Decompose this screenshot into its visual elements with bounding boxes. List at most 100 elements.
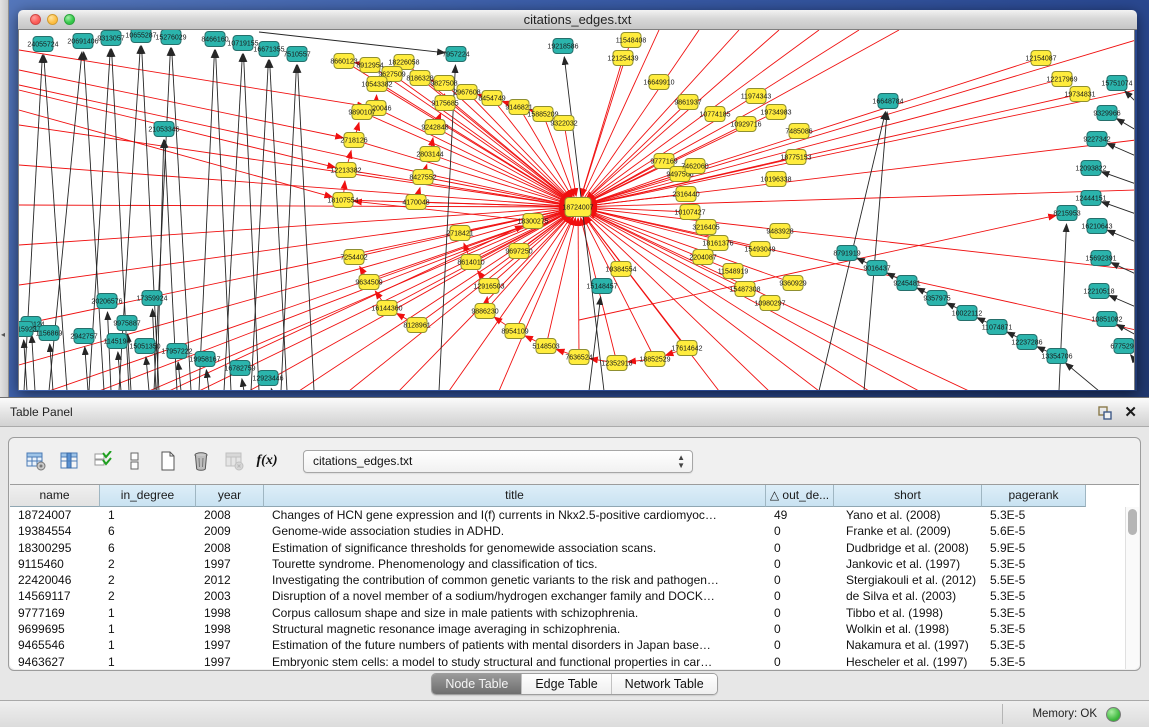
cell-out_de[interactable]: 49 bbox=[766, 507, 834, 523]
graph-node[interactable]: 12210518 bbox=[1083, 284, 1114, 299]
graph-node[interactable]: 10851082 bbox=[1091, 312, 1122, 327]
graph-node[interactable]: 10980297 bbox=[754, 296, 785, 311]
graph-node[interactable]: 10774185 bbox=[699, 107, 730, 122]
cell-name[interactable]: 19384554 bbox=[10, 523, 100, 539]
table-row[interactable]: 2242004622012Investigating the contribut… bbox=[10, 572, 1139, 588]
cell-title[interactable]: Genome-wide association studies in ADHD. bbox=[264, 523, 766, 539]
graph-node[interactable]: 9827508 bbox=[430, 76, 457, 91]
cell-short[interactable]: Hescheler et al. (1997) bbox=[834, 654, 982, 669]
graph-node[interactable]: 9975887 bbox=[113, 316, 140, 331]
graph-node[interactable]: 2803144 bbox=[416, 147, 443, 162]
cell-short[interactable]: Stergiakouli et al. (2012) bbox=[834, 572, 982, 588]
graph-node[interactable]: 2718421 bbox=[446, 226, 473, 241]
graph-node[interactable]: 9329966 bbox=[1093, 106, 1120, 121]
cell-in_degree[interactable]: 6 bbox=[100, 540, 196, 556]
cell-short[interactable]: Yano et al. (2008) bbox=[834, 507, 982, 523]
cell-year[interactable]: 2012 bbox=[196, 572, 264, 588]
show-column-button[interactable] bbox=[58, 450, 80, 472]
graph-node[interactable]: 9357975 bbox=[923, 291, 950, 306]
graph-node[interactable]: 12093822 bbox=[1075, 161, 1106, 176]
graph-node[interactable]: 12154087 bbox=[1025, 51, 1056, 66]
cell-in_degree[interactable]: 1 bbox=[100, 621, 196, 637]
graph-node[interactable]: 2942757 bbox=[70, 329, 97, 344]
graph-node[interactable]: 15751074 bbox=[1101, 76, 1132, 91]
graph-node[interactable]: 15276029 bbox=[155, 30, 186, 45]
float-panel-icon[interactable] bbox=[1097, 405, 1113, 421]
graph-node[interactable]: 12352918 bbox=[601, 356, 632, 371]
cell-in_degree[interactable]: 1 bbox=[100, 637, 196, 653]
table-row[interactable]: 1830029562008Estimation of significance … bbox=[10, 540, 1139, 556]
graph-node[interactable]: 9634509 bbox=[355, 275, 382, 290]
cell-short[interactable]: Wolkin et al. (1998) bbox=[834, 621, 982, 637]
graph-node[interactable]: 3216405 bbox=[692, 220, 719, 235]
cell-title[interactable]: Estimation of significance thresholds fo… bbox=[264, 540, 766, 556]
gutter-expand-arrow-icon[interactable]: ◂ bbox=[1, 330, 5, 339]
graph-node[interactable]: 9483928 bbox=[766, 224, 793, 239]
graph-node[interactable]: 17957222 bbox=[161, 344, 192, 359]
graph-node[interactable]: 7254402 bbox=[340, 250, 367, 265]
graph-node[interactable]: 7462060 bbox=[681, 159, 708, 174]
graph-node[interactable]: 16649910 bbox=[643, 75, 674, 90]
column-header-name[interactable]: name bbox=[10, 485, 100, 507]
cell-title[interactable]: Investigating the contribution of common… bbox=[264, 572, 766, 588]
graph-node[interactable]: 10655287 bbox=[125, 30, 156, 43]
tab-network-table[interactable]: Network Table bbox=[611, 674, 717, 694]
cell-name[interactable]: 9699695 bbox=[10, 621, 100, 637]
cell-name[interactable]: 9465546 bbox=[10, 637, 100, 653]
cell-out_de[interactable]: 0 bbox=[766, 654, 834, 669]
graph-node[interactable]: 18775153 bbox=[780, 150, 811, 165]
column-header-pagerank[interactable]: pagerank bbox=[982, 485, 1086, 507]
graph-node[interactable]: 6775293 bbox=[1110, 339, 1135, 354]
graph-node[interactable]: 9016437 bbox=[863, 261, 890, 276]
graph-node[interactable]: 4170048 bbox=[402, 195, 429, 210]
graph-node[interactable]: 16210643 bbox=[1081, 219, 1112, 234]
column-header-short[interactable]: short bbox=[834, 485, 982, 507]
cell-year[interactable]: 1997 bbox=[196, 556, 264, 572]
graph-node[interactable]: 19218586 bbox=[547, 39, 578, 54]
graph-node[interactable]: 1156869 bbox=[36, 326, 63, 341]
row-options-button[interactable] bbox=[124, 450, 146, 472]
graph-node[interactable]: 2204087 bbox=[689, 250, 716, 265]
graph-node[interactable]: 12444151 bbox=[1075, 191, 1106, 206]
column-header-year[interactable]: year bbox=[196, 485, 264, 507]
graph-node[interactable]: 17614642 bbox=[671, 341, 702, 356]
network-canvas[interactable]: 1872400786601238912954182260589627509105… bbox=[18, 30, 1135, 390]
cell-year[interactable]: 1998 bbox=[196, 621, 264, 637]
graph-node[interactable]: 11548408 bbox=[616, 33, 647, 48]
cell-out_de[interactable]: 0 bbox=[766, 540, 834, 556]
graph-node[interactable]: 7510557 bbox=[283, 47, 310, 62]
graph-node[interactable]: 20691406 bbox=[67, 34, 98, 49]
cell-title[interactable]: Corpus callosum shape and size in male p… bbox=[264, 605, 766, 621]
column-header-title[interactable]: title bbox=[264, 485, 766, 507]
graph-node[interactable]: 7957224 bbox=[442, 47, 469, 62]
graph-node[interactable]: 8466160 bbox=[201, 32, 228, 47]
cell-year[interactable]: 2008 bbox=[196, 540, 264, 556]
graph-node[interactable]: 19958167 bbox=[189, 352, 220, 367]
graph-node[interactable]: 12217969 bbox=[1046, 72, 1077, 87]
graph-node[interactable]: 18161376 bbox=[702, 236, 733, 251]
graph-node[interactable]: 8215953 bbox=[1053, 206, 1080, 221]
graph-node[interactable]: 12125439 bbox=[607, 51, 638, 66]
cell-pagerank[interactable]: 5.3E-5 bbox=[982, 556, 1086, 572]
cell-short[interactable]: Nakamura et al. (1997) bbox=[834, 637, 982, 653]
cell-year[interactable]: 1997 bbox=[196, 654, 264, 669]
cell-title[interactable]: Estimation of the future numbers of pati… bbox=[264, 637, 766, 653]
cell-year[interactable]: 2003 bbox=[196, 588, 264, 604]
cell-in_degree[interactable]: 2 bbox=[100, 572, 196, 588]
graph-node[interactable]: 18852529 bbox=[639, 352, 670, 367]
table-row[interactable]: 946362711997Embryonic stem cells: a mode… bbox=[10, 654, 1139, 669]
graph-node[interactable]: 12213382 bbox=[330, 163, 361, 178]
graph-node[interactable]: 18107554 bbox=[327, 193, 358, 208]
graph-node[interactable]: 5148503 bbox=[532, 339, 559, 354]
cell-in_degree[interactable]: 6 bbox=[100, 523, 196, 539]
graph-node[interactable]: 15493049 bbox=[744, 242, 775, 257]
graph-node[interactable]: 8912954 bbox=[356, 58, 383, 73]
cell-out_de[interactable]: 0 bbox=[766, 572, 834, 588]
graph-node[interactable]: 9861937 bbox=[674, 95, 701, 110]
cell-in_degree[interactable]: 2 bbox=[100, 556, 196, 572]
graph-node[interactable]: 18724007 bbox=[562, 198, 593, 217]
cell-short[interactable]: Jankovic et al. (1997) bbox=[834, 556, 982, 572]
cell-in_degree[interactable]: 1 bbox=[100, 507, 196, 523]
cell-year[interactable]: 1997 bbox=[196, 637, 264, 653]
graph-node[interactable]: 2967608 bbox=[453, 85, 480, 100]
